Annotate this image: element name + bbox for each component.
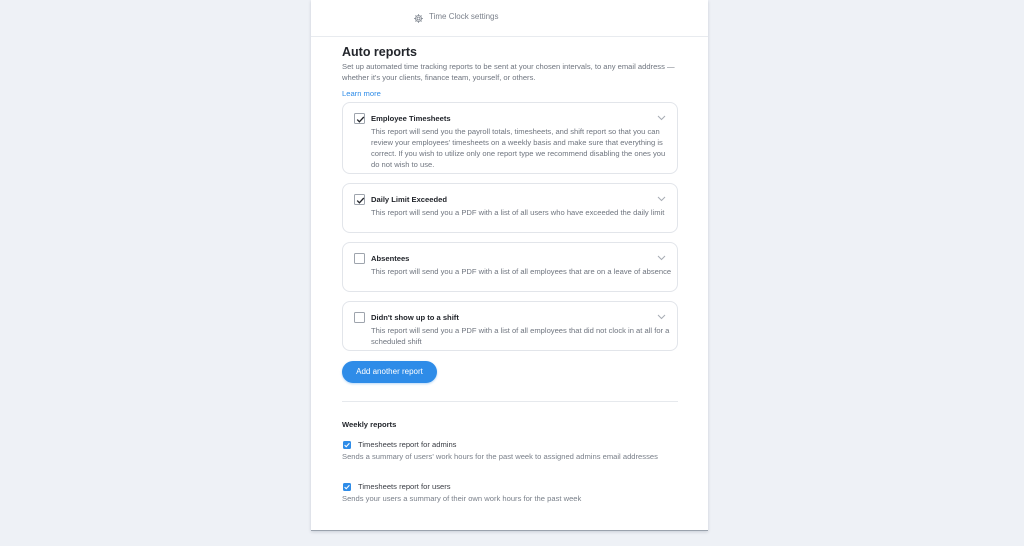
report-card-daily-limit-exceeded[interactable]: Daily Limit Exceeded This report will se… bbox=[342, 183, 678, 233]
report-title: Daily Limit Exceeded bbox=[371, 195, 447, 204]
report-checkbox[interactable] bbox=[354, 194, 365, 205]
report-description: This report will send you a PDF with a l… bbox=[371, 326, 670, 346]
report-description: This report will send you the payroll to… bbox=[371, 127, 666, 169]
weekly-checkbox[interactable] bbox=[343, 441, 351, 449]
weekly-report-title: Timesheets report for users bbox=[358, 482, 451, 491]
chevron-down-icon[interactable] bbox=[657, 255, 666, 261]
learn-more-link[interactable]: Learn more bbox=[342, 88, 381, 99]
report-title: Absentees bbox=[371, 254, 410, 263]
panel-header: Time Clock settings bbox=[311, 0, 708, 37]
settings-panel: Time Clock settings Auto reports Set up … bbox=[311, 0, 708, 531]
divider bbox=[342, 401, 678, 402]
report-checkbox[interactable] bbox=[354, 253, 365, 264]
section-title: Auto reports bbox=[342, 45, 417, 59]
report-title: Didn't show up to a shift bbox=[371, 313, 459, 322]
chevron-down-icon[interactable] bbox=[657, 196, 666, 202]
section-description: Set up automated time tracking reports t… bbox=[342, 62, 675, 82]
report-description: This report will send you a PDF with a l… bbox=[371, 208, 665, 217]
report-card-absentees[interactable]: Absentees This report will send you a PD… bbox=[342, 242, 678, 292]
auto-reports-section: Auto reports Set up automated time track… bbox=[342, 44, 678, 503]
report-title: Employee Timesheets bbox=[371, 114, 451, 123]
chevron-down-icon[interactable] bbox=[657, 115, 666, 121]
report-card-no-show[interactable]: Didn't show up to a shift This report wi… bbox=[342, 301, 678, 351]
weekly-report-users: Timesheets report for users Sends your u… bbox=[342, 482, 682, 506]
weekly-report-title: Timesheets report for admins bbox=[358, 440, 457, 449]
chevron-down-icon[interactable] bbox=[657, 314, 666, 320]
weekly-report-description: Sends a summary of users' work hours for… bbox=[342, 452, 658, 461]
weekly-report-admins: Timesheets report for admins Sends a sum… bbox=[342, 440, 682, 470]
add-report-button[interactable]: Add another report bbox=[342, 361, 437, 383]
report-checkbox[interactable] bbox=[354, 113, 365, 124]
gear-icon bbox=[413, 11, 424, 23]
weekly-reports-title: Weekly reports bbox=[342, 420, 397, 429]
header-title: Time Clock settings bbox=[429, 12, 499, 21]
weekly-checkbox[interactable] bbox=[343, 483, 351, 491]
weekly-report-description: Sends your users a summary of their own … bbox=[342, 494, 582, 503]
report-description: This report will send you a PDF with a l… bbox=[371, 267, 672, 276]
report-checkbox[interactable] bbox=[354, 312, 365, 323]
report-card-employee-timesheets[interactable]: Employee Timesheets This report will sen… bbox=[342, 102, 678, 174]
